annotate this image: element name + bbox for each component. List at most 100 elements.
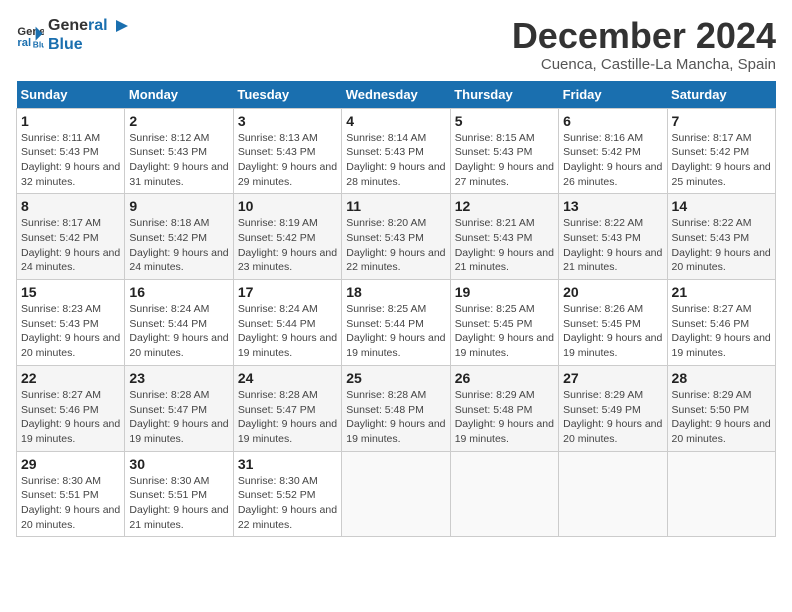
day-detail: Sunrise: 8:17 AM Sunset: 5:42 PM Dayligh… [21, 216, 120, 275]
day-of-week-header: Friday [559, 81, 667, 109]
day-of-week-header: Saturday [667, 81, 775, 109]
day-detail: Sunrise: 8:28 AM Sunset: 5:48 PM Dayligh… [346, 388, 445, 447]
calendar-day-cell: 8 Sunrise: 8:17 AM Sunset: 5:42 PM Daylig… [17, 194, 125, 280]
day-number: 18 [346, 284, 445, 300]
day-number: 3 [238, 113, 337, 129]
day-detail: Sunrise: 8:24 AM Sunset: 5:44 PM Dayligh… [129, 302, 228, 361]
day-number: 8 [21, 198, 120, 214]
day-number: 24 [238, 370, 337, 386]
day-of-week-header: Wednesday [342, 81, 450, 109]
calendar-day-cell: 10 Sunrise: 8:19 AM Sunset: 5:42 PM Dayli… [233, 194, 341, 280]
calendar-day-cell: 4 Sunrise: 8:14 AM Sunset: 5:43 PM Daylig… [342, 108, 450, 194]
day-of-week-header: Thursday [450, 81, 558, 109]
calendar-day-cell: 30 Sunrise: 8:30 AM Sunset: 5:51 PM Dayli… [125, 451, 233, 537]
calendar-day-cell [559, 451, 667, 537]
day-detail: Sunrise: 8:30 AM Sunset: 5:52 PM Dayligh… [238, 474, 337, 533]
title-section: December 2024 Cuenca, Castille-La Mancha… [512, 16, 776, 73]
calendar-day-cell [450, 451, 558, 537]
day-detail: Sunrise: 8:27 AM Sunset: 5:46 PM Dayligh… [672, 302, 771, 361]
day-number: 29 [21, 456, 120, 472]
day-detail: Sunrise: 8:25 AM Sunset: 5:45 PM Dayligh… [455, 302, 554, 361]
calendar-week-row: 1Sunrise: 8:11 AM Sunset: 5:43 PM Daylig… [17, 108, 776, 194]
calendar-week-row: 29 Sunrise: 8:30 AM Sunset: 5:51 PM Dayli… [17, 451, 776, 537]
day-number: 21 [672, 284, 771, 300]
calendar-day-cell: 6 Sunrise: 8:16 AM Sunset: 5:42 PM Daylig… [559, 108, 667, 194]
calendar-title: December 2024 [512, 16, 776, 56]
calendar-week-row: 8 Sunrise: 8:17 AM Sunset: 5:42 PM Daylig… [17, 194, 776, 280]
day-detail: Sunrise: 8:27 AM Sunset: 5:46 PM Dayligh… [21, 388, 120, 447]
day-number: 22 [21, 370, 120, 386]
day-number: 14 [672, 198, 771, 214]
calendar-day-cell: 9Sunrise: 8:18 AM Sunset: 5:42 PM Daylig… [125, 194, 233, 280]
day-number: 11 [346, 198, 445, 214]
day-detail: Sunrise: 8:25 AM Sunset: 5:44 PM Dayligh… [346, 302, 445, 361]
calendar-day-cell: 11 Sunrise: 8:20 AM Sunset: 5:43 PM Dayli… [342, 194, 450, 280]
calendar-day-cell: 14Sunrise: 8:22 AM Sunset: 5:43 PM Dayli… [667, 194, 775, 280]
calendar-day-cell: 13 Sunrise: 8:22 AM Sunset: 5:43 PM Dayli… [559, 194, 667, 280]
calendar-day-cell: 24 Sunrise: 8:28 AM Sunset: 5:47 PM Dayli… [233, 365, 341, 451]
day-number: 6 [563, 113, 662, 129]
calendar-day-cell: 22 Sunrise: 8:27 AM Sunset: 5:46 PM Dayli… [17, 365, 125, 451]
calendar-subtitle: Cuenca, Castille-La Mancha, Spain [512, 56, 776, 73]
svg-text:ral: ral [17, 37, 31, 49]
calendar-day-cell: 20 Sunrise: 8:26 AM Sunset: 5:45 PM Dayli… [559, 280, 667, 366]
day-detail: Sunrise: 8:29 AM Sunset: 5:48 PM Dayligh… [455, 388, 554, 447]
day-number: 9 [129, 198, 228, 214]
day-detail: Sunrise: 8:19 AM Sunset: 5:42 PM Dayligh… [238, 216, 337, 275]
day-number: 15 [21, 284, 120, 300]
day-detail: Sunrise: 8:29 AM Sunset: 5:50 PM Dayligh… [672, 388, 771, 447]
logo-icon: Gene ral Blue [16, 21, 44, 49]
calendar-header-row: SundayMondayTuesdayWednesdayThursdayFrid… [17, 81, 776, 109]
day-detail: Sunrise: 8:29 AM Sunset: 5:49 PM Dayligh… [563, 388, 662, 447]
day-number: 28 [672, 370, 771, 386]
day-number: 4 [346, 113, 445, 129]
day-number: 30 [129, 456, 228, 472]
day-number: 31 [238, 456, 337, 472]
day-detail: Sunrise: 8:28 AM Sunset: 5:47 PM Dayligh… [129, 388, 228, 447]
calendar-day-cell: 28 Sunrise: 8:29 AM Sunset: 5:50 PM Dayli… [667, 365, 775, 451]
day-of-week-header: Monday [125, 81, 233, 109]
day-detail: Sunrise: 8:12 AM Sunset: 5:43 PM Dayligh… [129, 131, 228, 190]
day-detail: Sunrise: 8:28 AM Sunset: 5:47 PM Dayligh… [238, 388, 337, 447]
day-number: 27 [563, 370, 662, 386]
logo-arrow-icon [112, 16, 132, 36]
calendar-day-cell: 5Sunrise: 8:15 AM Sunset: 5:43 PM Daylig… [450, 108, 558, 194]
calendar-day-cell [667, 451, 775, 537]
calendar-day-cell: 7Sunrise: 8:17 AM Sunset: 5:42 PM Daylig… [667, 108, 775, 194]
day-of-week-header: Tuesday [233, 81, 341, 109]
calendar-day-cell: 17 Sunrise: 8:24 AM Sunset: 5:44 PM Dayli… [233, 280, 341, 366]
calendar-day-cell: 27 Sunrise: 8:29 AM Sunset: 5:49 PM Dayli… [559, 365, 667, 451]
day-number: 23 [129, 370, 228, 386]
day-detail: Sunrise: 8:22 AM Sunset: 5:43 PM Dayligh… [563, 216, 662, 275]
day-detail: Sunrise: 8:30 AM Sunset: 5:51 PM Dayligh… [129, 474, 228, 533]
day-number: 12 [455, 198, 554, 214]
day-number: 1 [21, 113, 120, 129]
calendar-day-cell: 26Sunrise: 8:29 AM Sunset: 5:48 PM Dayli… [450, 365, 558, 451]
calendar-table: SundayMondayTuesdayWednesdayThursdayFrid… [16, 81, 776, 538]
day-detail: Sunrise: 8:30 AM Sunset: 5:51 PM Dayligh… [21, 474, 120, 533]
header: Gene ral Blue General Blue December 2024… [16, 16, 776, 73]
logo-general-text: General [48, 16, 132, 36]
calendar-day-cell: 12Sunrise: 8:21 AM Sunset: 5:43 PM Dayli… [450, 194, 558, 280]
day-number: 17 [238, 284, 337, 300]
calendar-day-cell: 18 Sunrise: 8:25 AM Sunset: 5:44 PM Dayli… [342, 280, 450, 366]
calendar-day-cell: 2Sunrise: 8:12 AM Sunset: 5:43 PM Daylig… [125, 108, 233, 194]
logo: Gene ral Blue General Blue [16, 16, 132, 54]
day-detail: Sunrise: 8:20 AM Sunset: 5:43 PM Dayligh… [346, 216, 445, 275]
calendar-day-cell: 15Sunrise: 8:23 AM Sunset: 5:43 PM Dayli… [17, 280, 125, 366]
day-detail: Sunrise: 8:17 AM Sunset: 5:42 PM Dayligh… [672, 131, 771, 190]
day-number: 25 [346, 370, 445, 386]
day-detail: Sunrise: 8:24 AM Sunset: 5:44 PM Dayligh… [238, 302, 337, 361]
logo-blue-text: Blue [48, 36, 132, 54]
calendar-week-row: 22 Sunrise: 8:27 AM Sunset: 5:46 PM Dayli… [17, 365, 776, 451]
day-detail: Sunrise: 8:14 AM Sunset: 5:43 PM Dayligh… [346, 131, 445, 190]
svg-text:Blue: Blue [33, 39, 44, 48]
day-detail: Sunrise: 8:16 AM Sunset: 5:42 PM Dayligh… [563, 131, 662, 190]
day-number: 13 [563, 198, 662, 214]
calendar-day-cell: 25 Sunrise: 8:28 AM Sunset: 5:48 PM Dayli… [342, 365, 450, 451]
day-detail: Sunrise: 8:26 AM Sunset: 5:45 PM Dayligh… [563, 302, 662, 361]
day-number: 10 [238, 198, 337, 214]
day-number: 19 [455, 284, 554, 300]
day-number: 20 [563, 284, 662, 300]
calendar-week-row: 15Sunrise: 8:23 AM Sunset: 5:43 PM Dayli… [17, 280, 776, 366]
